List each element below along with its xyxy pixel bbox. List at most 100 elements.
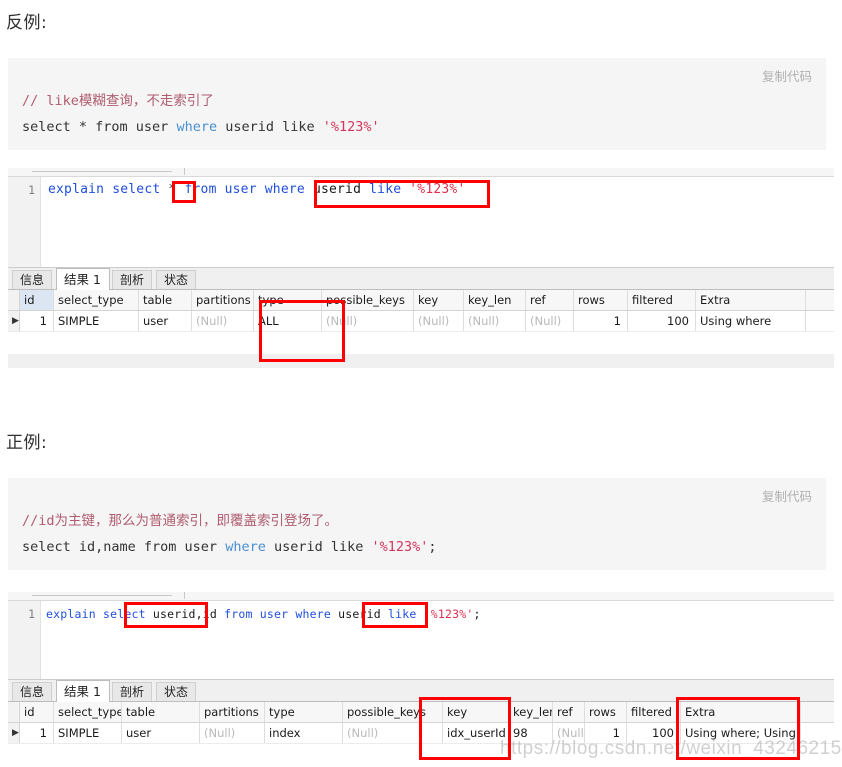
result-tab-info-good[interactable]: 信息 [12, 682, 52, 701]
grid-cell-rows-bad[interactable]: 1 [574, 311, 628, 331]
grid-cell-id-bad[interactable]: 1 [20, 311, 54, 331]
sql-editor-panel-good: 1 explain select userid,id from user whe… [8, 592, 834, 767]
result-panel-bad: 信息 结果 1 剖析 状态 id select_type table parti… [8, 267, 834, 368]
code-sql-line-bad: select * from user where userid like '%1… [22, 114, 812, 140]
grid-empty-space-good [8, 744, 834, 752]
grid-cell-filtered-bad[interactable]: 100 [628, 311, 696, 331]
result-tab-status-bad[interactable]: 状态 [156, 270, 196, 289]
page-heading-good-example: 正例: [6, 433, 48, 453]
sql-editor-area-bad[interactable]: 1 explain select * from user where useri… [8, 177, 834, 267]
editor-gutter-bad: 1 [8, 177, 41, 267]
grid-cell-extra-good[interactable]: Using where; Using index [681, 723, 801, 743]
grid-cell-possible-keys-good[interactable]: (Null) [343, 723, 443, 743]
grid-header-possible-keys-bad[interactable]: possible_keys [322, 290, 414, 310]
code-sql-string-bad: '%123%' [322, 119, 380, 135]
code-sql-midtext-good: userid like [265, 539, 372, 555]
grid-cell-key-len-good[interactable]: 98 [509, 723, 553, 743]
copy-code-button-good[interactable]: 复制代码 [762, 486, 812, 505]
grid-header-ref-good[interactable]: ref [553, 702, 585, 722]
sql-ident-table-good: user [259, 607, 289, 621]
result-tab-info-bad[interactable]: 信息 [12, 270, 52, 289]
result-grid-header-good: id select_type table partitions type pos… [8, 702, 834, 723]
grid-header-rows-bad[interactable]: rows [574, 290, 628, 310]
grid-cell-ref-good[interactable]: (Null) [553, 723, 585, 743]
sql-str-pattern-bad: '%123%' [409, 182, 466, 197]
sql-kw-like-bad: like [369, 182, 402, 197]
sql-ident-columns-good: userid,id [152, 607, 217, 621]
grid-header-key-good[interactable]: key [443, 702, 509, 722]
result-grid-row-good[interactable]: ▶ 1 SIMPLE user (Null) index (Null) idx_… [8, 723, 834, 744]
grid-cell-possible-keys-bad[interactable]: (Null) [322, 311, 414, 331]
result-tab-profile-bad[interactable]: 剖析 [112, 270, 152, 289]
grid-cell-key-good[interactable]: idx_userId [443, 723, 509, 743]
sql-kw-select-bad: select [112, 182, 161, 197]
grid-header-type-good[interactable]: type [265, 702, 343, 722]
grid-empty-space-bad [8, 332, 834, 354]
grid-header-select-type-bad[interactable]: select_type [54, 290, 139, 310]
sql-kw-like-good: like [388, 607, 417, 621]
grid-cell-type-good[interactable]: index [265, 723, 343, 743]
result-grid-bad: id select_type table partitions type pos… [8, 290, 834, 354]
grid-header-partitions-good[interactable]: partitions [200, 702, 265, 722]
code-sql-terminator-good: ; [428, 539, 437, 555]
result-grid-header-bad: id select_type table partitions type pos… [8, 290, 834, 311]
grid-header-rows-good[interactable]: rows [585, 702, 627, 722]
grid-cell-select-type-bad[interactable]: SIMPLE [54, 311, 139, 331]
result-tabs-bad: 信息 结果 1 剖析 状态 [8, 268, 834, 290]
grid-cell-partitions-good[interactable]: (Null) [200, 723, 265, 743]
grid-cell-extra-bad[interactable]: Using where [696, 311, 806, 331]
grid-header-id-good[interactable]: id [20, 702, 54, 722]
grid-header-filtered-bad[interactable]: filtered [628, 290, 696, 310]
grid-cell-table-bad[interactable]: user [139, 311, 192, 331]
result-tab-status-good[interactable]: 状态 [156, 682, 196, 701]
grid-cell-id-good[interactable]: 1 [20, 723, 54, 743]
grid-header-table-bad[interactable]: table [139, 290, 192, 310]
editor-line-number-bad: 1 [28, 183, 35, 197]
grid-cell-filtered-good[interactable]: 100 [627, 723, 681, 743]
grid-header-id-bad[interactable]: id [20, 290, 54, 310]
editor-gutter-good: 1 [8, 601, 41, 679]
sql-kw-explain-bad: explain [48, 182, 105, 197]
grid-header-key-bad[interactable]: key [414, 290, 464, 310]
grid-header-extra-bad[interactable]: Extra [696, 290, 806, 310]
sql-str-pattern-good: '%123%' [423, 607, 474, 621]
grid-header-table-good[interactable]: table [122, 702, 200, 722]
copy-code-button-bad[interactable]: 复制代码 [762, 66, 812, 85]
code-sql-string-good: '%123%' [371, 539, 429, 555]
code-comment-text-good: //id为主键，那么为普通索引，即覆盖索引登场了。 [22, 513, 339, 529]
code-comment-line-good: //id为主键，那么为普通索引，即覆盖索引登场了。 [22, 508, 812, 534]
grid-header-select-type-good[interactable]: select_type [54, 702, 122, 722]
grid-header-extra-good[interactable]: Extra [681, 702, 801, 722]
code-sql-midtext-bad: userid like [217, 119, 323, 135]
grid-header-filtered-good[interactable]: filtered [627, 702, 681, 722]
grid-header-possible-keys-good[interactable]: possible_keys [343, 702, 443, 722]
sql-kw-from-good: from [224, 607, 253, 621]
sql-editor-area-good[interactable]: 1 explain select userid,id from user whe… [8, 601, 834, 679]
grid-cell-select-type-good[interactable]: SIMPLE [54, 723, 122, 743]
grid-cell-key-bad[interactable]: (Null) [414, 311, 464, 331]
grid-cell-type-bad[interactable]: ALL [254, 311, 322, 331]
result-tab-profile-good[interactable]: 剖析 [112, 682, 152, 701]
grid-header-key-len-bad[interactable]: key_len [464, 290, 526, 310]
sql-editor-line-bad: explain select * from user where userid … [48, 182, 465, 197]
grid-header-type-bad[interactable]: type [254, 290, 322, 310]
result-tab-result1-good[interactable]: 结果 1 [56, 680, 110, 702]
grid-row-marker-bad: ▶ [8, 311, 20, 331]
result-panel-good: 信息 结果 1 剖析 状态 id select_type table parti… [8, 679, 834, 752]
editor-toolbar-good[interactable] [8, 592, 834, 601]
grid-cell-ref-bad[interactable]: (Null) [526, 311, 574, 331]
grid-cell-table-good[interactable]: user [122, 723, 200, 743]
code-sql-keyword-where-bad: where [176, 119, 218, 135]
grid-header-partitions-bad[interactable]: partitions [192, 290, 254, 310]
editor-toolbar-bad[interactable] [8, 168, 834, 177]
grid-header-ref-bad[interactable]: ref [526, 290, 574, 310]
grid-cell-rows-good[interactable]: 1 [585, 723, 627, 743]
result-tab-result1-bad[interactable]: 结果 1 [56, 268, 110, 290]
sql-kw-where-bad: where [264, 182, 305, 197]
page-heading-bad-example: 反例: [6, 13, 48, 33]
result-grid-row-bad[interactable]: ▶ 1 SIMPLE user (Null) ALL (Null) (Null)… [8, 311, 834, 332]
grid-cell-key-len-bad[interactable]: (Null) [464, 311, 526, 331]
grid-cell-partitions-bad[interactable]: (Null) [192, 311, 254, 331]
code-block-bad-example: 复制代码 // like模糊查询，不走索引了 select * from use… [8, 58, 826, 150]
grid-header-key-len-good[interactable]: key_len [509, 702, 553, 722]
